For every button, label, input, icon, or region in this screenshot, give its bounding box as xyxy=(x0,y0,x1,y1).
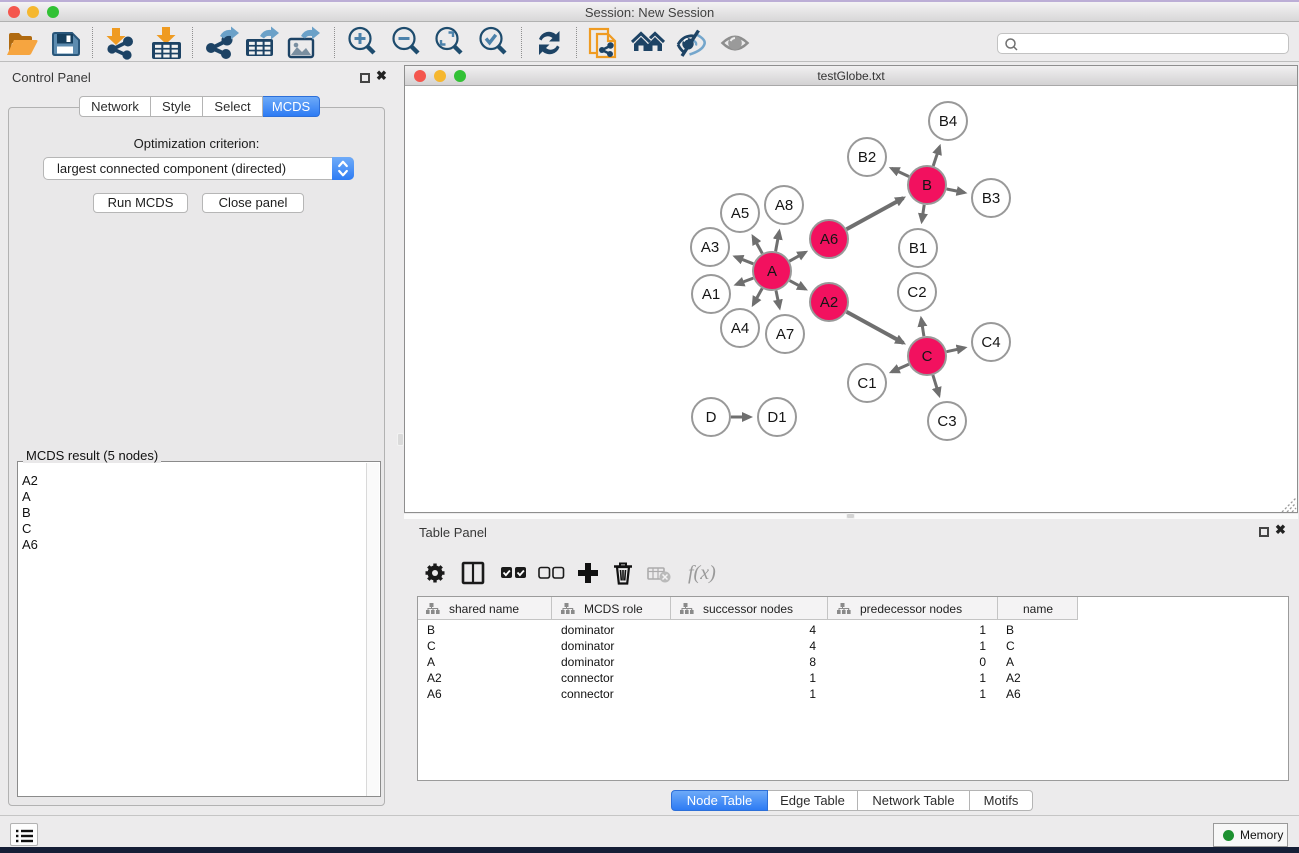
svg-text:dominator: dominator xyxy=(561,639,614,653)
svg-text:B1: B1 xyxy=(909,240,927,257)
svg-text:C1: C1 xyxy=(857,375,876,392)
svg-text:8: 8 xyxy=(809,655,816,669)
svg-text:A3: A3 xyxy=(701,239,719,256)
svg-text:dominator: dominator xyxy=(561,623,614,637)
svg-text:A8: A8 xyxy=(775,197,793,214)
svg-text:0: 0 xyxy=(979,655,986,669)
svg-text:1: 1 xyxy=(979,671,986,685)
svg-text:1: 1 xyxy=(809,671,816,685)
svg-text:B3: B3 xyxy=(982,190,1000,207)
svg-text:predecessor nodes: predecessor nodes xyxy=(860,602,962,616)
svg-text:C2: C2 xyxy=(907,284,926,301)
svg-text:MCDS role: MCDS role xyxy=(584,602,643,616)
svg-text:D1: D1 xyxy=(767,409,786,426)
svg-text:A2: A2 xyxy=(820,294,838,311)
svg-text:B2: B2 xyxy=(858,149,876,166)
svg-text:successor nodes: successor nodes xyxy=(703,602,793,616)
svg-text:B: B xyxy=(1006,623,1014,637)
svg-text:connector: connector xyxy=(561,687,614,701)
svg-text:C3: C3 xyxy=(937,413,956,430)
svg-text:1: 1 xyxy=(979,623,986,637)
svg-text:A1: A1 xyxy=(702,286,720,303)
svg-text:B4: B4 xyxy=(939,113,957,130)
svg-text:dominator: dominator xyxy=(561,655,614,669)
svg-text:A6: A6 xyxy=(820,231,838,248)
svg-text:C: C xyxy=(922,348,933,365)
svg-text:A6: A6 xyxy=(427,687,442,701)
svg-text:A6: A6 xyxy=(1006,687,1021,701)
svg-text:C: C xyxy=(1006,639,1015,653)
svg-text:A: A xyxy=(767,263,777,280)
svg-text:C: C xyxy=(427,639,436,653)
svg-text:shared name: shared name xyxy=(449,602,519,616)
svg-text:B: B xyxy=(427,623,435,637)
svg-text:4: 4 xyxy=(809,639,816,653)
svg-text:A: A xyxy=(1006,655,1014,669)
svg-text:A4: A4 xyxy=(731,320,749,337)
svg-text:4: 4 xyxy=(809,623,816,637)
svg-text:A: A xyxy=(427,655,435,669)
svg-text:connector: connector xyxy=(561,671,614,685)
svg-text:A7: A7 xyxy=(776,326,794,343)
svg-text:1: 1 xyxy=(979,687,986,701)
svg-text:name: name xyxy=(1023,602,1053,616)
svg-text:A2: A2 xyxy=(427,671,442,685)
svg-text:B: B xyxy=(922,177,932,194)
svg-text:A5: A5 xyxy=(731,205,749,222)
svg-text:1: 1 xyxy=(809,687,816,701)
svg-text:f(x): f(x) xyxy=(688,562,716,584)
svg-text:D: D xyxy=(706,409,717,426)
svg-text:C4: C4 xyxy=(981,334,1000,351)
svg-text:1: 1 xyxy=(979,639,986,653)
svg-text:A2: A2 xyxy=(1006,671,1021,685)
